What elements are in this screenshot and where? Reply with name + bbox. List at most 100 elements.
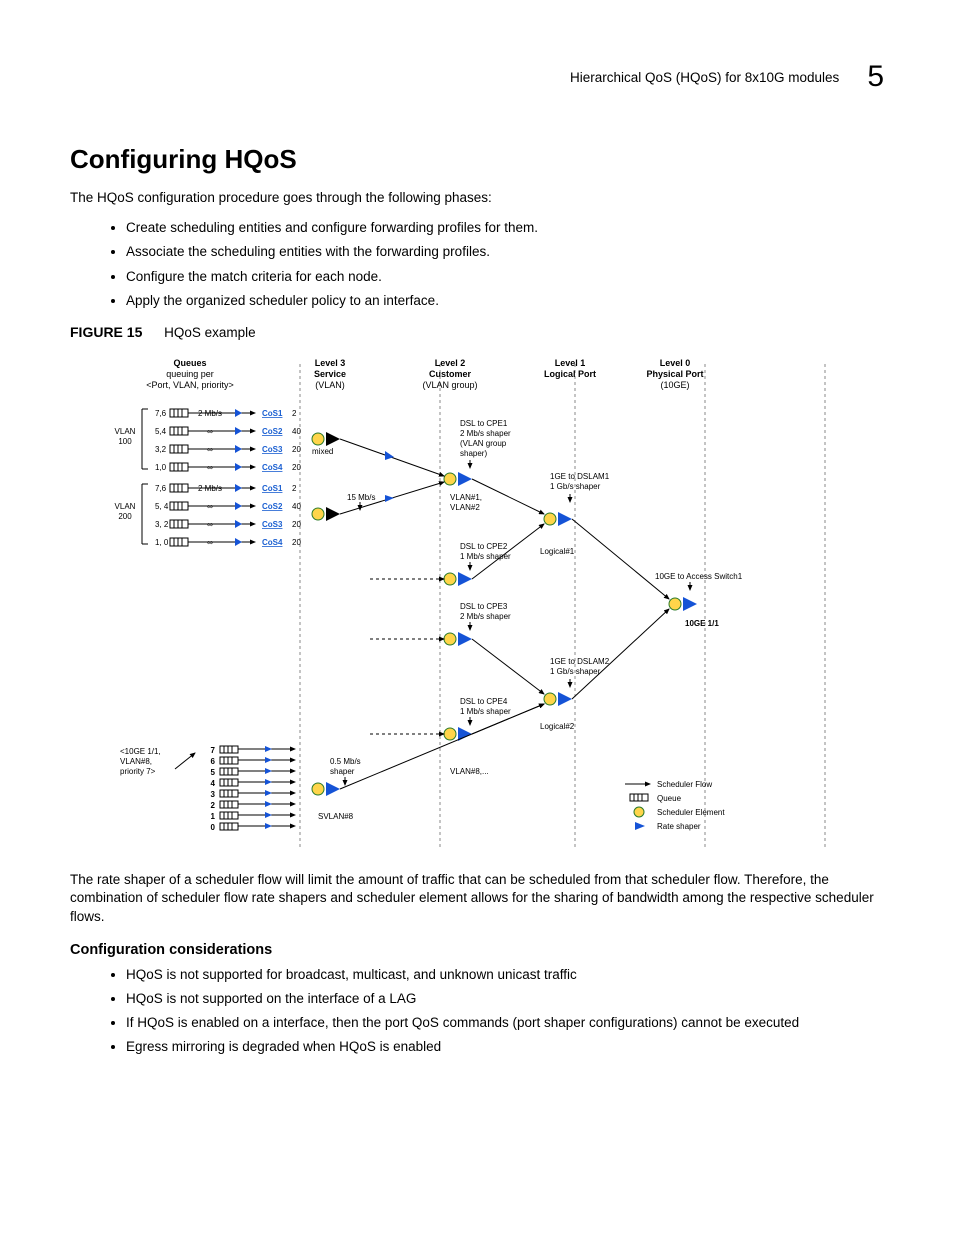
svg-text:DSL to CPE2: DSL to CPE2 [460,542,508,551]
svg-text:5: 5 [211,768,216,777]
list-item: Egress mirroring is degraded when HQoS i… [126,1038,884,1056]
svg-text:VLAN#8,: VLAN#8, [120,757,152,766]
svg-text:priority 7>: priority 7> [120,767,156,776]
svg-text:2 Mb/s shaper: 2 Mb/s shaper [460,612,511,621]
col-head-queues: Queues [173,358,206,368]
page-header: Hierarchical QoS (HQoS) for 8x10G module… [70,60,884,94]
list-item: If HQoS is enabled on a interface, then … [126,1014,884,1032]
section-heading: Configuring HQoS [70,144,884,175]
svg-text:0.5 Mb/s: 0.5 Mb/s [330,757,361,766]
svg-text:VLAN: VLAN [115,502,136,511]
svg-text:Physical Port: Physical Port [646,369,703,379]
vlan200-rows: 7,6 2 Mb/s CoS1 2 5, 4 ∞ CoS2 40 3, 2 ∞ … [155,484,301,547]
svg-text:Level 2: Level 2 [435,358,466,368]
svg-text:shaper): shaper) [460,449,487,458]
config-considerations-head: Configuration considerations [70,942,884,958]
hqos-diagram: Queues queuing per <Port, VLAN, priority… [70,354,884,857]
svg-text:2: 2 [292,409,297,418]
svg-text:mixed: mixed [312,447,333,456]
list-item: Associate the scheduling entities with t… [126,243,884,261]
svg-text:7,6: 7,6 [155,484,167,493]
svg-text:20: 20 [292,520,301,529]
svg-text:VLAN#8,...: VLAN#8,... [450,767,489,776]
svg-text:5,4: 5,4 [155,427,167,436]
svg-text:20: 20 [292,538,301,547]
header-title: Hierarchical QoS (HQoS) for 8x10G module… [570,70,839,85]
svg-text:CoS4: CoS4 [262,463,283,472]
svg-text:<10GE 1/1,: <10GE 1/1, [120,747,161,756]
svg-text:Customer: Customer [429,369,472,379]
figure-caption: FIGURE 15 HQoS example [70,324,884,340]
svg-text:100: 100 [118,437,132,446]
svg-text:1 Mb/s shaper: 1 Mb/s shaper [460,552,511,561]
svg-text:Rate shaper: Rate shaper [657,822,701,831]
svg-text:CoS2: CoS2 [262,502,283,511]
figure-label: FIGURE 15 [70,324,142,340]
svg-text:2 Mb/s shaper: 2 Mb/s shaper [460,429,511,438]
svg-text:40: 40 [292,502,301,511]
svg-text:Scheduler Flow: Scheduler Flow [657,780,712,789]
svg-text:(10GE): (10GE) [660,380,689,390]
phases-list: Create scheduling entities and configure… [70,219,884,310]
svg-text:1, 0: 1, 0 [155,538,169,547]
list-item: HQoS is not supported for broadcast, mul… [126,966,884,984]
svg-text:VLAN#1,: VLAN#1, [450,493,482,502]
svg-text:CoS1: CoS1 [262,409,283,418]
svg-text:7,6: 7,6 [155,409,167,418]
svg-text:Logical#2: Logical#2 [540,722,575,731]
svg-text:2: 2 [292,484,297,493]
svg-text:4: 4 [211,779,216,788]
svg-text:shaper: shaper [330,767,355,776]
svg-text:(VLAN group: (VLAN group [460,439,507,448]
svg-text:VLAN#2: VLAN#2 [450,503,480,512]
svg-text:queuing per: queuing per [166,369,214,379]
svg-text:<Port, VLAN, priority>: <Port, VLAN, priority> [146,380,234,390]
svg-text:6: 6 [211,757,216,766]
svg-text:1,0: 1,0 [155,463,167,472]
svg-text:Queue: Queue [657,794,682,803]
vlan100-rows: 7,6 2 Mb/s CoS1 2 5,4 ∞ CoS2 40 3,2 ∞ Co… [155,409,301,472]
svg-text:3: 3 [211,790,216,799]
list-item: Apply the organized scheduler policy to … [126,292,884,310]
svg-text:Logical#1: Logical#1 [540,547,575,556]
svg-text:1GE to DSLAM2: 1GE to DSLAM2 [550,657,610,666]
svg-text:2: 2 [211,801,216,810]
svg-text:CoS3: CoS3 [262,445,283,454]
chapter-number: 5 [867,60,884,94]
svg-text:Level 3: Level 3 [315,358,346,368]
svg-text:5, 4: 5, 4 [155,502,169,511]
svg-text:CoS4: CoS4 [262,538,283,547]
svg-text:1 Mb/s shaper: 1 Mb/s shaper [460,707,511,716]
svg-text:0: 0 [211,823,216,832]
list-item: Create scheduling entities and configure… [126,219,884,237]
svg-text:Level 1: Level 1 [555,358,586,368]
diagram-svg: Queues queuing per <Port, VLAN, priority… [70,354,830,854]
figure-title: HQoS example [164,325,256,340]
svg-text:3,2: 3,2 [155,445,167,454]
svg-text:(VLAN group): (VLAN group) [422,380,477,390]
legend: Scheduler Flow Queue Scheduler Element R… [625,780,725,831]
svg-text:7: 7 [211,746,216,755]
svg-text:CoS2: CoS2 [262,427,283,436]
svg-text:40: 40 [292,427,301,436]
svlan8-queues: 7 6 5 4 3 2 1 0 [211,746,295,832]
svg-text:VLAN: VLAN [115,427,136,436]
list-item: HQoS is not supported on the interface o… [126,990,884,1008]
svg-text:200: 200 [118,512,132,521]
intro-paragraph: The HQoS configuration procedure goes th… [70,189,884,207]
svg-text:1: 1 [211,812,216,821]
svg-text:20: 20 [292,445,301,454]
svg-text:Logical Port: Logical Port [544,369,596,379]
svg-text:CoS1: CoS1 [262,484,283,493]
svg-text:SVLAN#8: SVLAN#8 [318,812,354,821]
svg-text:DSL to CPE4: DSL to CPE4 [460,697,508,706]
svg-text:(VLAN): (VLAN) [315,380,345,390]
svg-text:1GE to DSLAM1: 1GE to DSLAM1 [550,472,610,481]
svg-text:10GE 1/1: 10GE 1/1 [685,619,719,628]
svg-text:15 Mb/s: 15 Mb/s [347,493,375,502]
svg-text:Scheduler Element: Scheduler Element [657,808,725,817]
svg-text:1 Gb/s shaper: 1 Gb/s shaper [550,482,601,491]
svg-text:DSL to CPE3: DSL to CPE3 [460,602,508,611]
considerations-list: HQoS is not supported for broadcast, mul… [70,966,884,1057]
svg-text:3, 2: 3, 2 [155,520,169,529]
